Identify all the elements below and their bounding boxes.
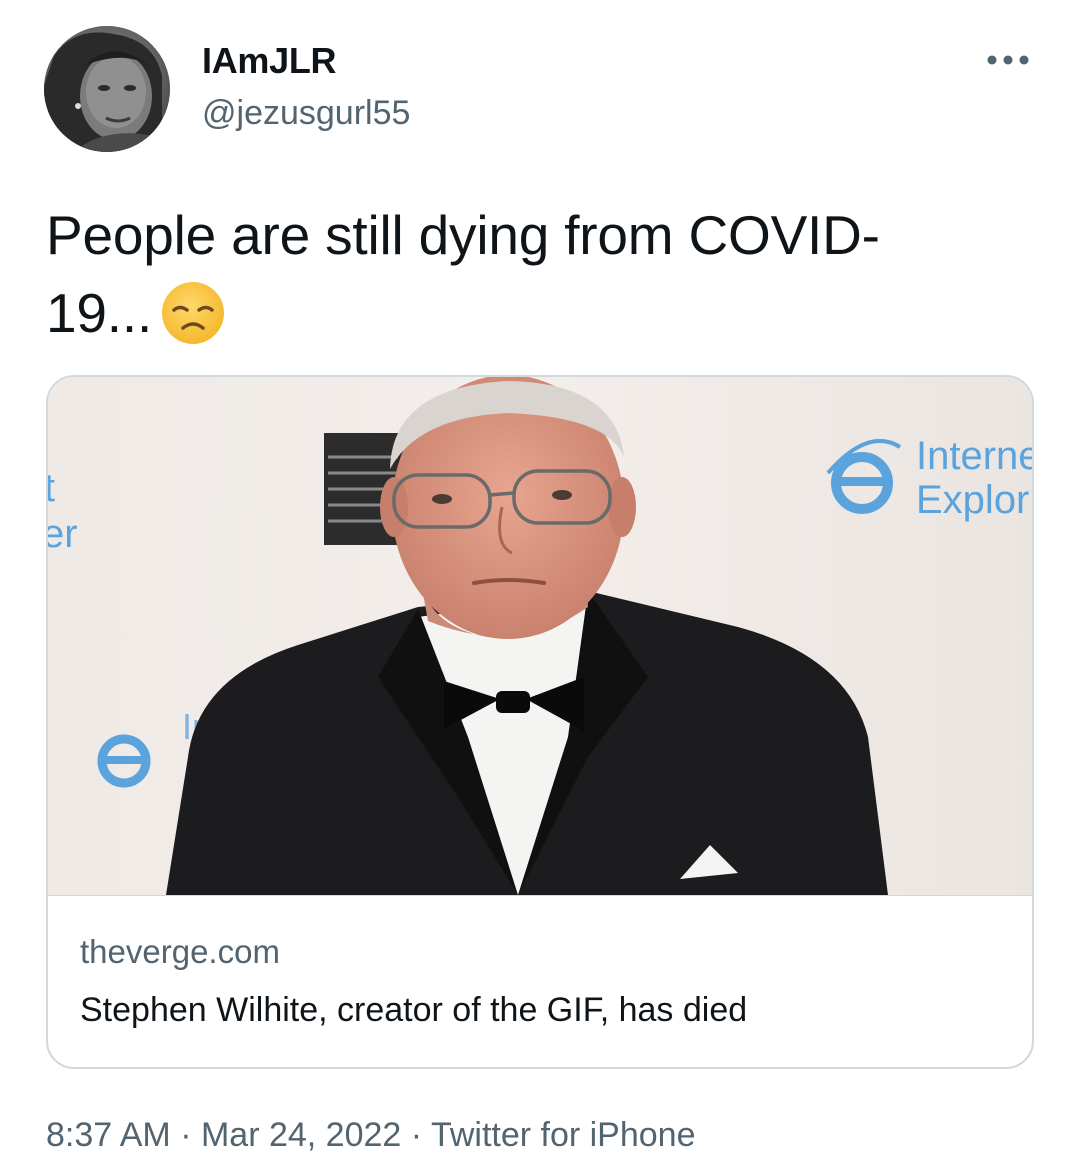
- display-name[interactable]: IAmJLR: [202, 40, 337, 82]
- tweet-text: People are still dying from COVID- 19...: [46, 196, 1046, 352]
- card-domain: theverge.com: [80, 933, 280, 970]
- tweet-text-line-2: 19...: [46, 274, 1046, 352]
- separator: ·: [401, 1116, 431, 1154]
- ie-logo-right: Interne Explor: [826, 434, 1034, 522]
- separator: ·: [170, 1116, 201, 1154]
- backdrop-text-left-top: t: [48, 466, 55, 510]
- backdrop-text-bottom: Explor: [916, 478, 1029, 522]
- profile-photo-icon: [44, 26, 170, 152]
- backdrop-text-left-bottom: er: [48, 512, 78, 556]
- tweet-container: IAmJLR @jezusgurl55 People are still dyi…: [0, 0, 1080, 1173]
- more-options-icon: [987, 55, 1029, 65]
- tweet-time[interactable]: 8:37 AM: [46, 1116, 171, 1154]
- portrait-photo-icon: t er Interne Explor Int: [48, 377, 1034, 895]
- tweet-source[interactable]: Twitter for iPhone: [431, 1116, 696, 1154]
- backdrop-text-top: Interne: [916, 434, 1034, 478]
- tweet-date[interactable]: Mar 24, 2022: [201, 1116, 401, 1154]
- user-handle[interactable]: @jezusgurl55: [202, 94, 410, 133]
- more-options-button[interactable]: [978, 40, 1038, 80]
- card-divider: [48, 895, 1032, 896]
- link-preview-card[interactable]: t er Interne Explor Int: [46, 375, 1034, 1069]
- card-title[interactable]: Stephen Wilhite, creator of the GIF, has…: [80, 991, 747, 1030]
- tweet-metadata: 8:37 AM · Mar 24, 2022 · Twitter for iPh…: [46, 1116, 696, 1155]
- tweet-text-line-2-text: 19...: [46, 282, 153, 344]
- disappointed-face-emoji-icon: [162, 282, 225, 344]
- tweet-text-line-1: People are still dying from COVID-: [46, 204, 880, 266]
- avatar[interactable]: [44, 26, 170, 152]
